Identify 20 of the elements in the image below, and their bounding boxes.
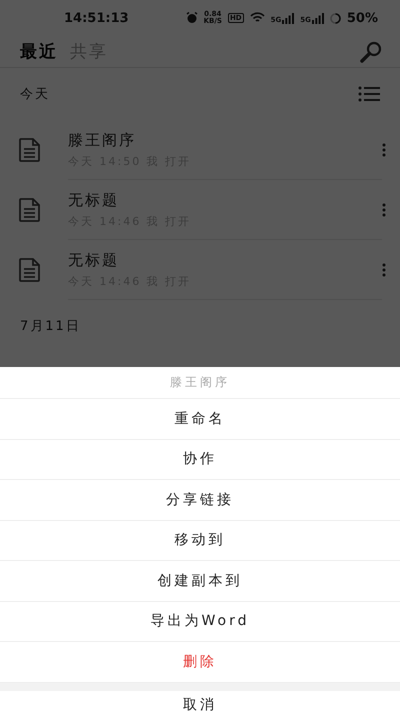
document-icon: [18, 137, 42, 163]
document-icon: [18, 197, 42, 223]
battery-level: 50%: [346, 10, 378, 26]
signal-icon: [312, 12, 324, 24]
signal-icon: [282, 12, 294, 24]
file-name: 无标题: [68, 250, 120, 270]
wifi-icon: [250, 12, 265, 24]
file-name: 滕王阁序: [68, 130, 137, 150]
section-title: 今天: [20, 86, 50, 103]
more-icon[interactable]: [382, 263, 386, 277]
section-title: 7月11日: [20, 318, 81, 335]
list-view-icon[interactable]: [358, 86, 380, 102]
search-icon[interactable]: [360, 40, 382, 62]
status-time: 14:51:13: [64, 10, 130, 26]
alarm-icon: [186, 12, 198, 24]
document-icon: [18, 257, 42, 283]
file-name: 无标题: [68, 190, 120, 210]
battery-icon: [330, 12, 341, 24]
more-icon[interactable]: [382, 143, 386, 157]
more-icon[interactable]: [382, 203, 386, 217]
